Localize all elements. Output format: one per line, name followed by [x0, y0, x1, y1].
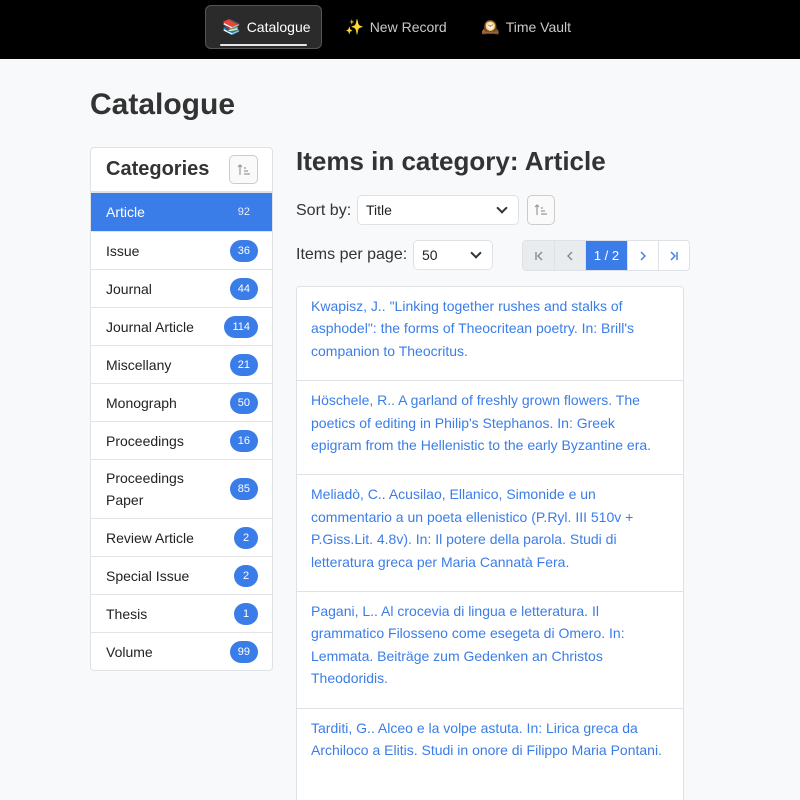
category-item-article[interactable]: Article 92 [91, 192, 272, 231]
category-count-badge: 44 [229, 277, 258, 300]
category-count-badge: 2 [234, 564, 258, 587]
category-count-badge: 50 [229, 391, 258, 414]
items-per-page-select[interactable]: 50 [413, 240, 493, 270]
category-item-proceedings[interactable]: Proceedings 16 [91, 421, 272, 459]
category-label: Journal Article [106, 318, 194, 335]
category-item-miscellany[interactable]: Miscellany 21 [91, 345, 272, 383]
last-page-icon [670, 251, 678, 260]
top-navbar: 📚 Catalogue ✨ New Record 🕰️ Time Vault [0, 0, 800, 59]
next-page-button[interactable] [627, 241, 658, 270]
category-item-volume[interactable]: Volume 99 [91, 632, 272, 670]
category-count-badge: 21 [229, 353, 258, 376]
category-count-badge: 114 [224, 315, 258, 338]
categories-panel: Categories Article 92 Issue 36 Journal 4… [90, 147, 273, 671]
pagination: 1 / 2 [522, 240, 690, 271]
category-item-special-issue[interactable]: Special Issue 2 [91, 556, 272, 594]
sort-by-select[interactable]: Title [357, 195, 519, 225]
items-per-page-label: Items per page: [296, 246, 408, 263]
category-count-badge: 36 [229, 239, 258, 262]
first-page-button[interactable] [523, 241, 554, 270]
category-item-review-article[interactable]: Review Article 2 [91, 518, 272, 556]
categories-header: Categories [91, 148, 272, 192]
category-item-journal[interactable]: Journal 44 [91, 269, 272, 307]
category-item-thesis[interactable]: Thesis 1 [91, 594, 272, 632]
nav-new-record-button[interactable]: ✨ New Record [329, 5, 463, 49]
category-label: Miscellany [106, 356, 172, 373]
last-page-button[interactable] [658, 241, 689, 270]
category-label: Article [106, 204, 145, 220]
nav-new-record-label: New Record [369, 19, 447, 35]
category-count-badge: 92 [229, 201, 258, 223]
category-count-badge: 2 [234, 526, 258, 549]
sort-direction-button[interactable] [527, 195, 555, 225]
category-label: Journal [106, 280, 152, 297]
category-count-badge: 16 [229, 429, 258, 452]
category-count-badge: 1 [234, 602, 258, 625]
books-icon: 📚 [222, 19, 241, 36]
categories-sort-button[interactable] [229, 155, 258, 184]
category-label: Proceedings Paper [106, 470, 184, 508]
chevron-down-icon [496, 202, 508, 214]
category-label: Special Issue [106, 567, 190, 584]
category-label: Proceedings [106, 432, 184, 449]
record-link[interactable]: Höschele, R.. A garland of freshly grown… [297, 380, 683, 474]
category-label: Thesis [106, 605, 148, 622]
category-label: Volume [106, 643, 153, 660]
record-link[interactable]: Pagani, L.. Al crocevia di lingua e lett… [297, 591, 683, 708]
record-link[interactable]: Tarditi, G.. Alceo e la volpe astuta. In… [297, 707, 683, 780]
nav-time-vault-button[interactable]: 🕰️ Time Vault [465, 5, 587, 49]
category-count-badge: 85 [229, 478, 258, 500]
record-link[interactable]: Meliadò, C.. Acusilao, Ellanico, Simonid… [297, 474, 683, 591]
clock-icon: 🕰️ [481, 19, 500, 36]
category-count-badge: 99 [229, 640, 258, 663]
items-heading: Items in category: Article [296, 146, 606, 176]
record-link[interactable]: Kwapisz, J.. "Linking together rushes an… [297, 287, 683, 380]
nav-catalogue-label: Catalogue [246, 19, 311, 35]
sort-ascending-icon [237, 163, 250, 175]
current-page-indicator: 1 / 2 [585, 241, 627, 270]
sort-by-value: Title [366, 202, 392, 218]
sparkles-icon: ✨ [345, 19, 364, 36]
records-list: Kwapisz, J.. "Linking together rushes an… [296, 286, 684, 800]
category-label: Review Article [106, 529, 194, 546]
category-label: Monograph [106, 394, 177, 411]
nav-catalogue-button[interactable]: 📚 Catalogue [205, 5, 322, 49]
category-item-monograph[interactable]: Monograph 50 [91, 383, 272, 421]
previous-page-button[interactable] [554, 241, 585, 270]
sort-by-label: Sort by: [296, 202, 352, 219]
first-page-icon [534, 251, 542, 260]
category-item-issue[interactable]: Issue 36 [91, 231, 272, 269]
sort-ascending-icon [534, 204, 547, 215]
category-label: Issue [106, 242, 140, 259]
chevron-right-icon [640, 251, 646, 260]
category-item-journal-article[interactable]: Journal Article 114 [91, 307, 272, 345]
categories-title: Categories [106, 158, 210, 180]
chevron-down-icon [470, 247, 482, 259]
chevron-left-icon [567, 251, 573, 260]
page-title: Catalogue [90, 88, 236, 121]
category-item-proceedings-paper[interactable]: Proceedings Paper 85 [91, 459, 272, 518]
items-per-page-value: 50 [422, 247, 438, 263]
nav-time-vault-label: Time Vault [505, 19, 572, 35]
